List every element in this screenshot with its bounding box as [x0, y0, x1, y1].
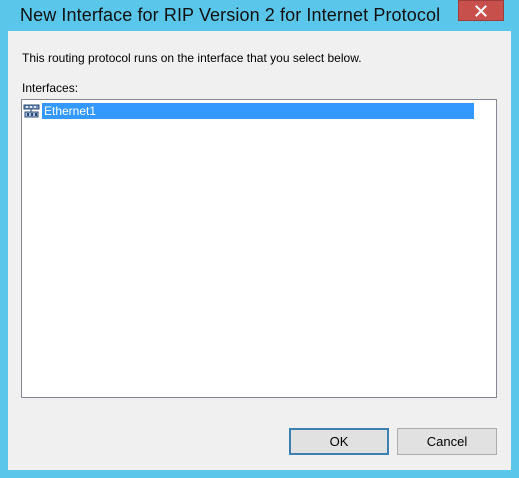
title-bar[interactable]: New Interface for RIP Version 2 for Inte… [0, 0, 519, 31]
list-item-label: Ethernet1 [42, 103, 474, 119]
dialog-window: New Interface for RIP Version 2 for Inte… [0, 0, 519, 478]
close-icon [475, 4, 487, 17]
close-button[interactable] [458, 0, 504, 21]
description-text: This routing protocol runs on the interf… [22, 51, 362, 65]
network-adapter-icon [23, 104, 40, 118]
interfaces-label: Interfaces: [22, 81, 79, 95]
window-title: New Interface for RIP Version 2 for Inte… [20, 5, 441, 25]
ok-button[interactable]: OK [289, 428, 389, 455]
dialog-body: This routing protocol runs on the interf… [8, 31, 511, 470]
list-item-ethernet1[interactable]: Ethernet1 [23, 103, 474, 119]
cancel-button[interactable]: Cancel [397, 428, 497, 455]
interfaces-listbox[interactable]: Ethernet1 [21, 99, 497, 398]
